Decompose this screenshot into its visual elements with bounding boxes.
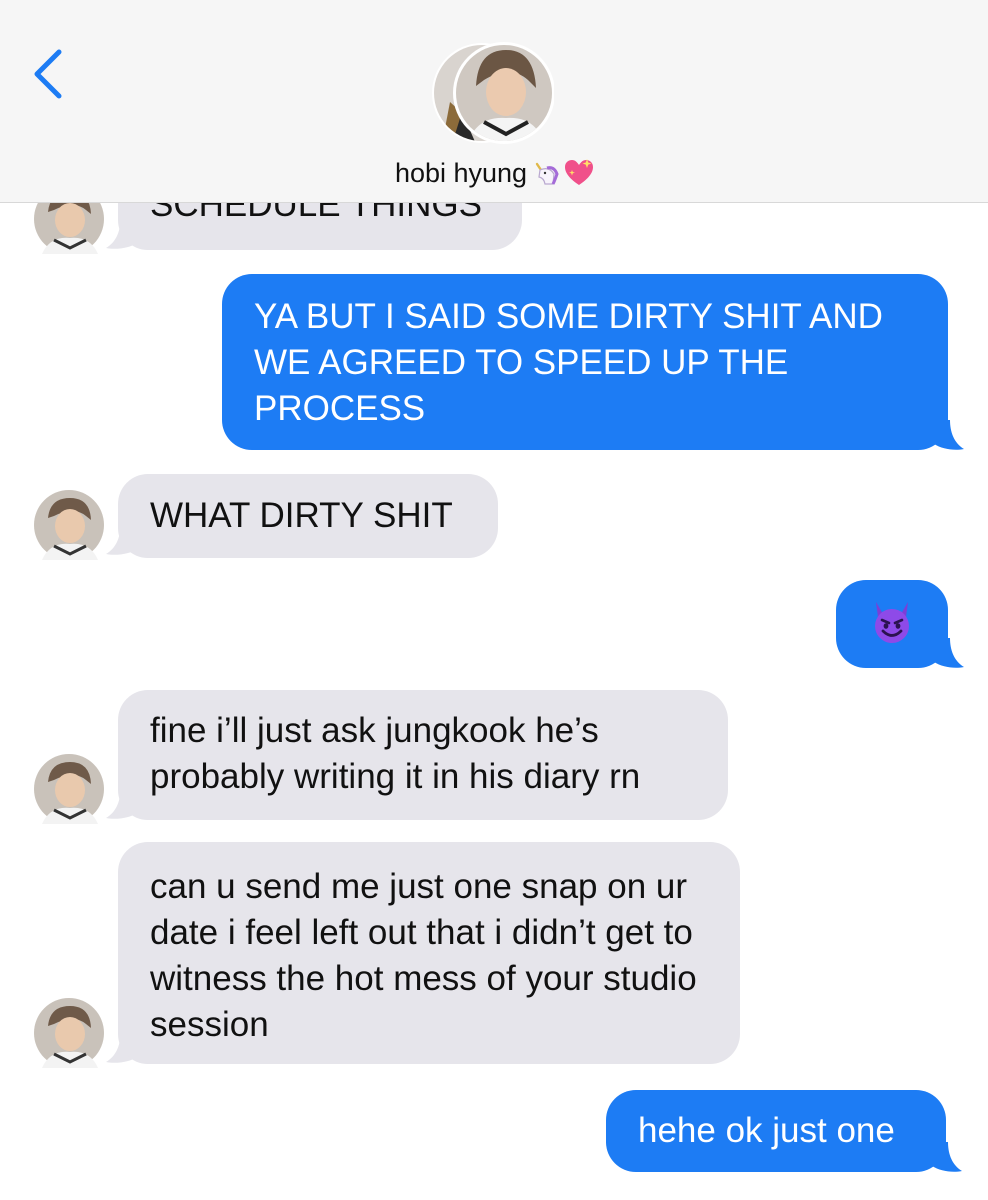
message-bubble-incoming[interactable]: can u send me just one snap on ur date i…	[118, 842, 740, 1064]
contact-name-text: hobi hyung	[394, 158, 528, 188]
message-bubble-outgoing[interactable]: YA BUT I SAID SOME DIRTY SHIT AND WE AGR…	[222, 274, 948, 450]
chevron-left-icon	[34, 49, 62, 99]
bubble-tail	[934, 420, 964, 450]
bubble-tail	[932, 1142, 962, 1172]
message-bubble-outgoing[interactable]: hehe ok just one	[606, 1090, 946, 1172]
back-button[interactable]	[26, 44, 76, 104]
contact-avatar-large[interactable]	[432, 42, 554, 144]
bubble-tail	[934, 638, 964, 668]
message-bubble-incoming[interactable]: WHAT DIRTY SHIT	[118, 474, 498, 558]
sparkling-heart-icon	[563, 158, 595, 195]
message-bubble-outgoing[interactable]	[836, 580, 948, 668]
smiling-devil-icon	[875, 602, 909, 643]
message-bubble-incoming[interactable]: fine i’ll just ask jungkook he’s probabl…	[118, 690, 728, 820]
contact-avatar[interactable]	[34, 490, 104, 560]
unicorn-icon	[531, 160, 559, 195]
contact-avatar[interactable]	[34, 998, 104, 1068]
contact-avatar[interactable]	[34, 754, 104, 824]
contact-name[interactable]: hobi hyung	[330, 158, 660, 195]
conversation-header: hobi hyung	[0, 0, 988, 203]
